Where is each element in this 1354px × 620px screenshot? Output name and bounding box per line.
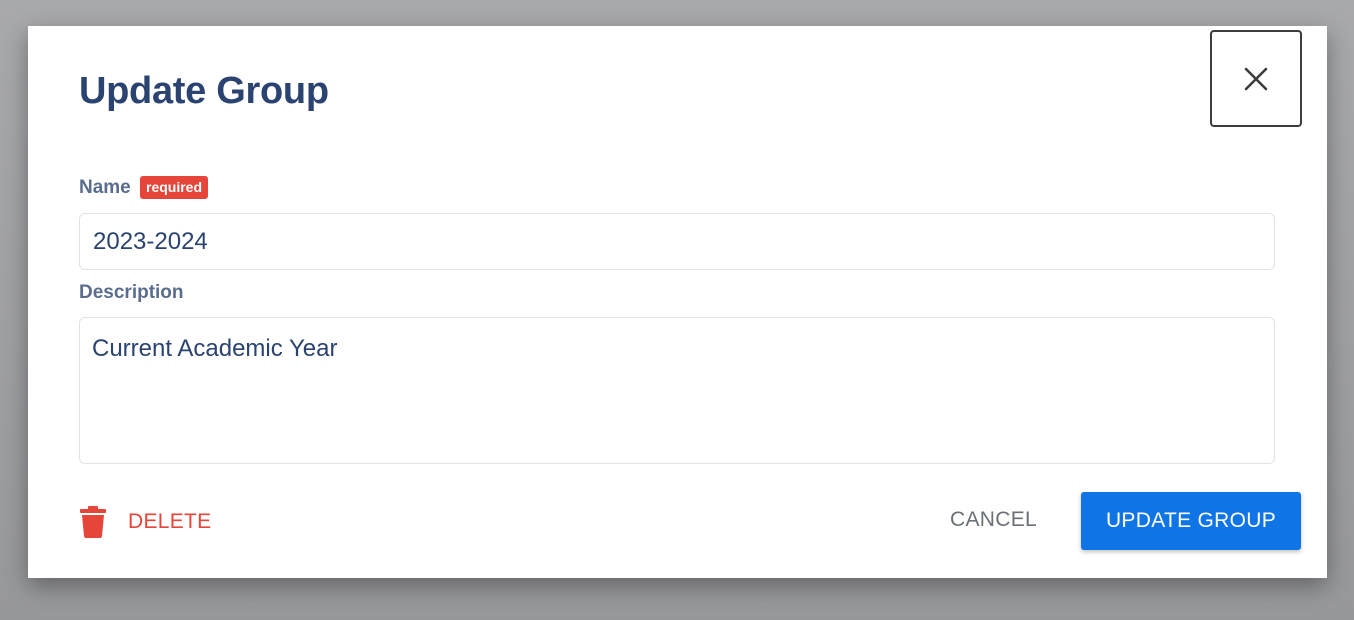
description-textarea[interactable]: Current Academic Year <box>79 317 1275 464</box>
close-icon <box>1244 67 1268 90</box>
close-button[interactable] <box>1210 30 1302 127</box>
delete-label: DELETE <box>128 510 212 533</box>
name-label: Name <box>79 177 131 198</box>
trash-icon <box>80 506 106 538</box>
update-group-button[interactable]: UPDATE GROUP <box>1081 492 1301 550</box>
delete-button[interactable]: DELETE <box>80 502 212 542</box>
required-badge: required <box>140 176 209 199</box>
cancel-button[interactable]: CANCEL <box>950 508 1037 532</box>
dialog-title: Update Group <box>79 70 329 112</box>
update-group-dialog: Update Group Name required Description C… <box>28 26 1327 578</box>
name-input[interactable] <box>79 213 1275 270</box>
description-label: Description <box>79 282 184 303</box>
